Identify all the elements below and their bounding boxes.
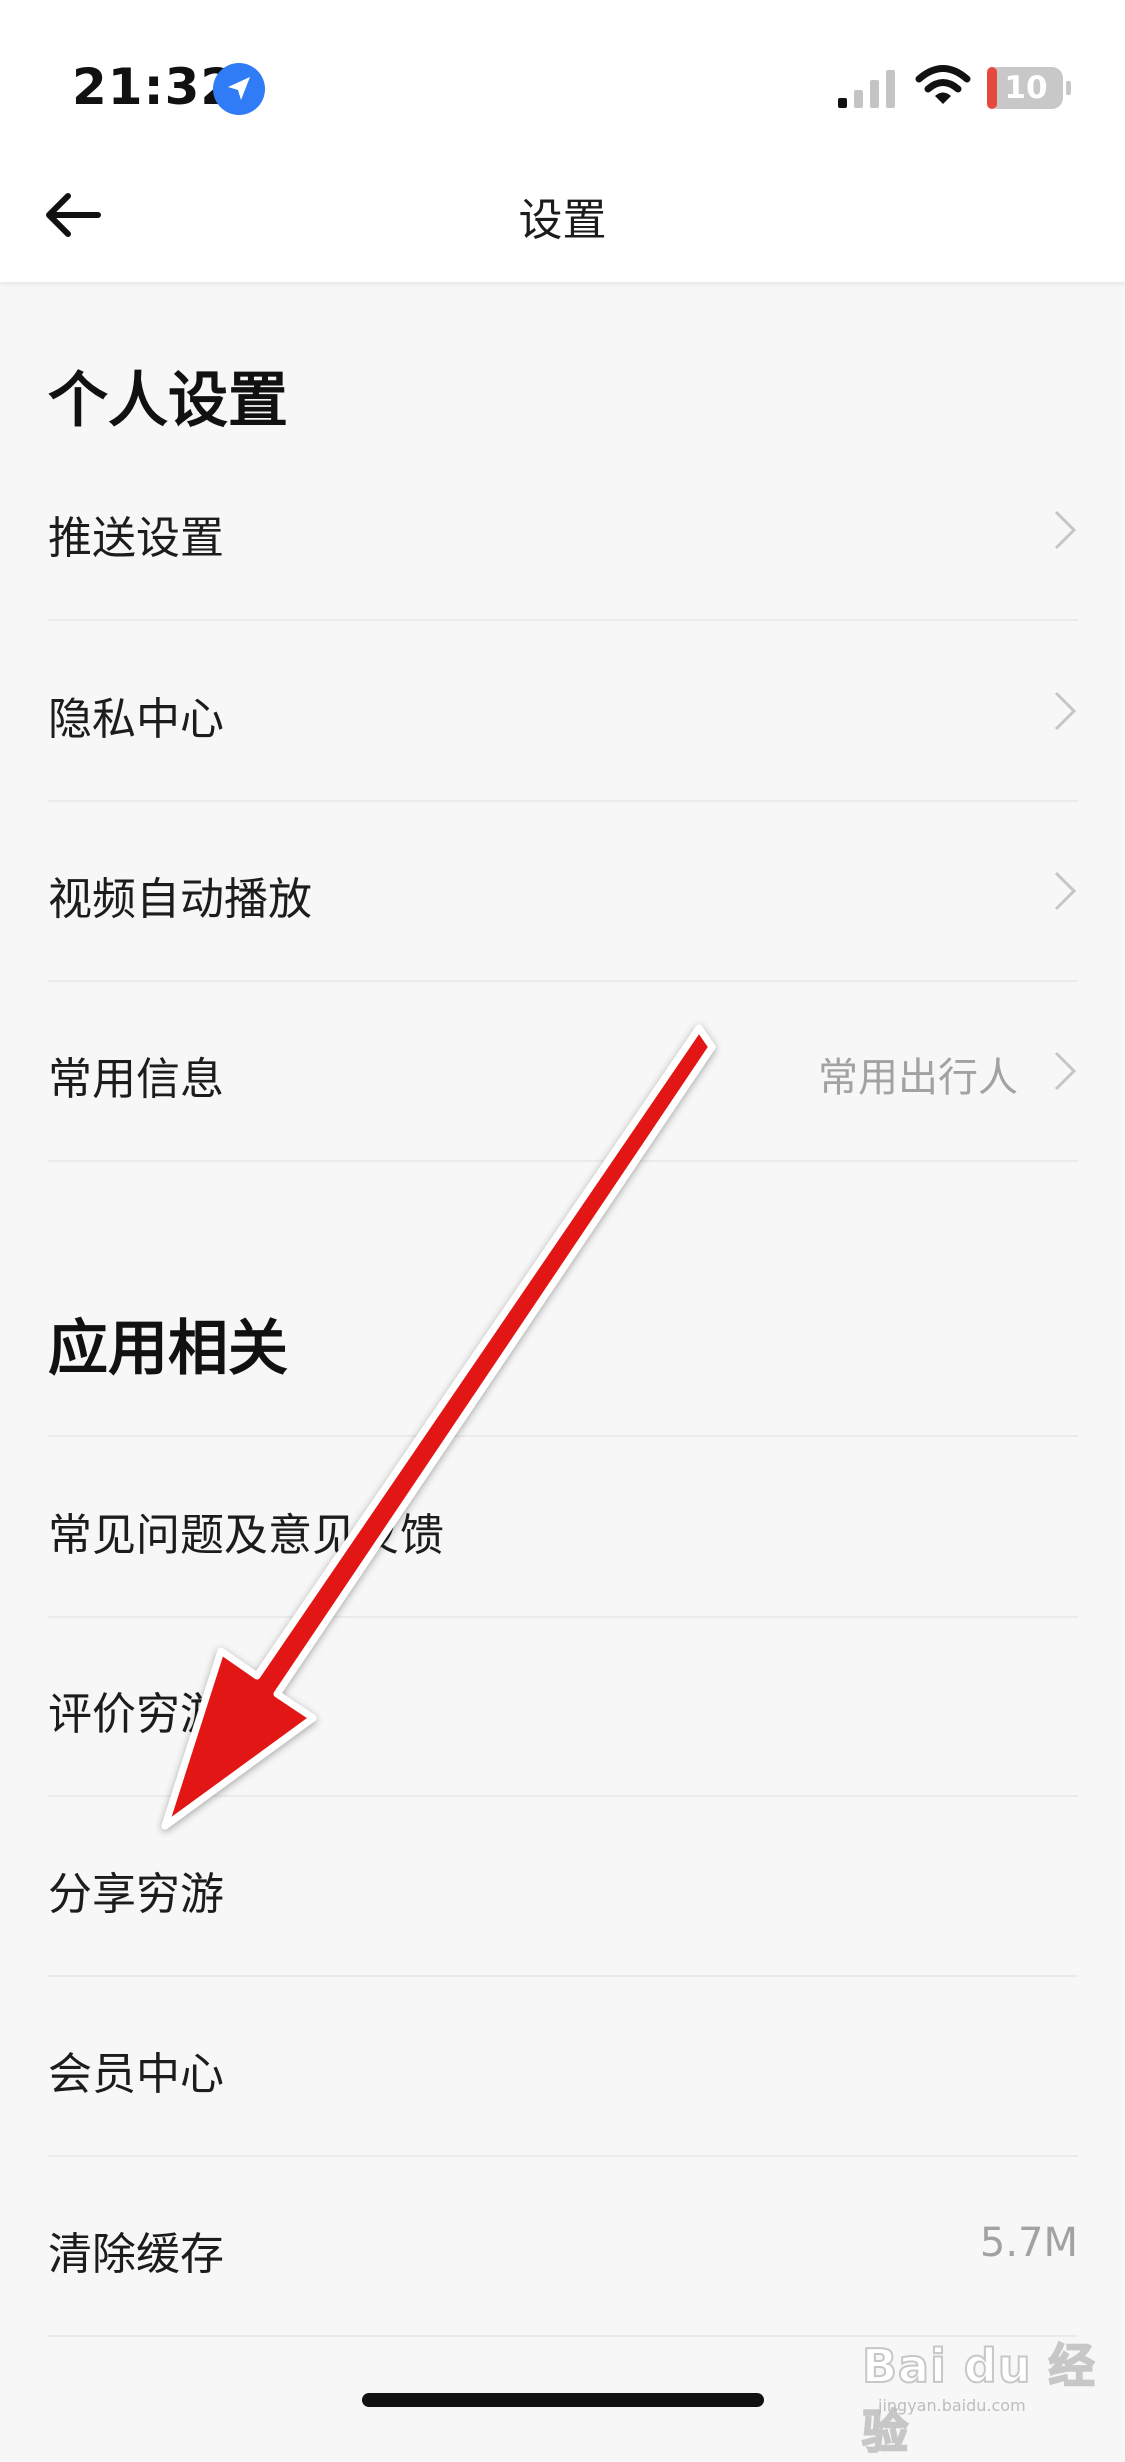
settings-row-rate-app[interactable]: 评价穷游 (48, 1616, 1078, 1797)
chevron-right-icon (1054, 510, 1077, 550)
cache-size-value: 5.7M (979, 2220, 1078, 2266)
settings-row-clear-cache[interactable]: 清除缓存 5.7M (48, 2156, 1078, 2337)
cellular-signal-icon (838, 70, 895, 108)
wifi-icon (915, 65, 971, 104)
section-title-personal: 个人设置 (48, 366, 288, 436)
watermark-url: jingyan.baidu.com (878, 2396, 1026, 2415)
chevron-right-icon (1054, 691, 1077, 731)
row-label: 常用信息 (48, 1054, 224, 1105)
settings-row-share-app[interactable]: 分享穷游 (48, 1796, 1078, 1977)
nav-bar: 设置 (0, 150, 1125, 283)
row-label: 常见问题及意见反馈 (48, 1510, 444, 1561)
settings-row-faq-feedback[interactable]: 常见问题及意见反馈 (48, 1435, 1078, 1618)
settings-row-privacy[interactable]: 隐私中心 (48, 621, 1078, 802)
settings-row-push[interactable]: 推送设置 (48, 440, 1078, 621)
section-title-app: 应用相关 (48, 1314, 288, 1384)
settings-row-member-center[interactable]: 会员中心 (48, 1976, 1078, 2157)
row-label: 推送设置 (48, 513, 224, 564)
row-label: 清除缓存 (48, 2229, 224, 2280)
row-label: 视频自动播放 (48, 874, 312, 925)
page-title: 设置 (518, 195, 607, 246)
row-label: 隐私中心 (48, 694, 224, 745)
row-value: 常用出行人 (818, 1055, 1018, 1101)
home-indicator[interactable] (362, 2393, 764, 2407)
row-label: 分享穷游 (48, 1869, 224, 1920)
settings-row-autoplay[interactable]: 视频自动播放 (48, 801, 1078, 982)
row-label: 会员中心 (48, 2049, 224, 2100)
row-label: 评价穷游 (48, 1689, 224, 1740)
status-bar: 21:32 10 (0, 0, 1125, 150)
chevron-right-icon (1054, 1051, 1077, 1091)
settings-row-common-info[interactable]: 常用信息 常用出行人 (48, 981, 1078, 1162)
chevron-right-icon (1054, 871, 1077, 911)
battery-level: 10 (1004, 70, 1048, 106)
location-arrow-icon (213, 63, 265, 115)
